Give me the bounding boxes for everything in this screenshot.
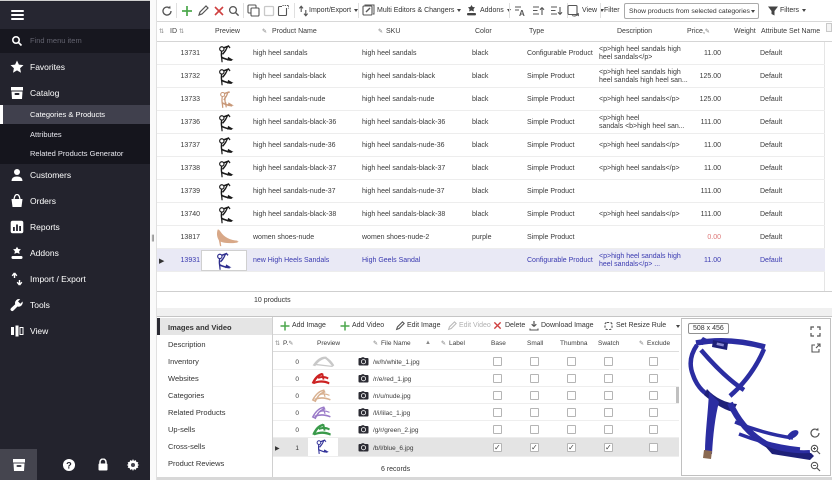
- svg-text:?: ?: [66, 460, 72, 470]
- svg-text:A: A: [519, 9, 525, 17]
